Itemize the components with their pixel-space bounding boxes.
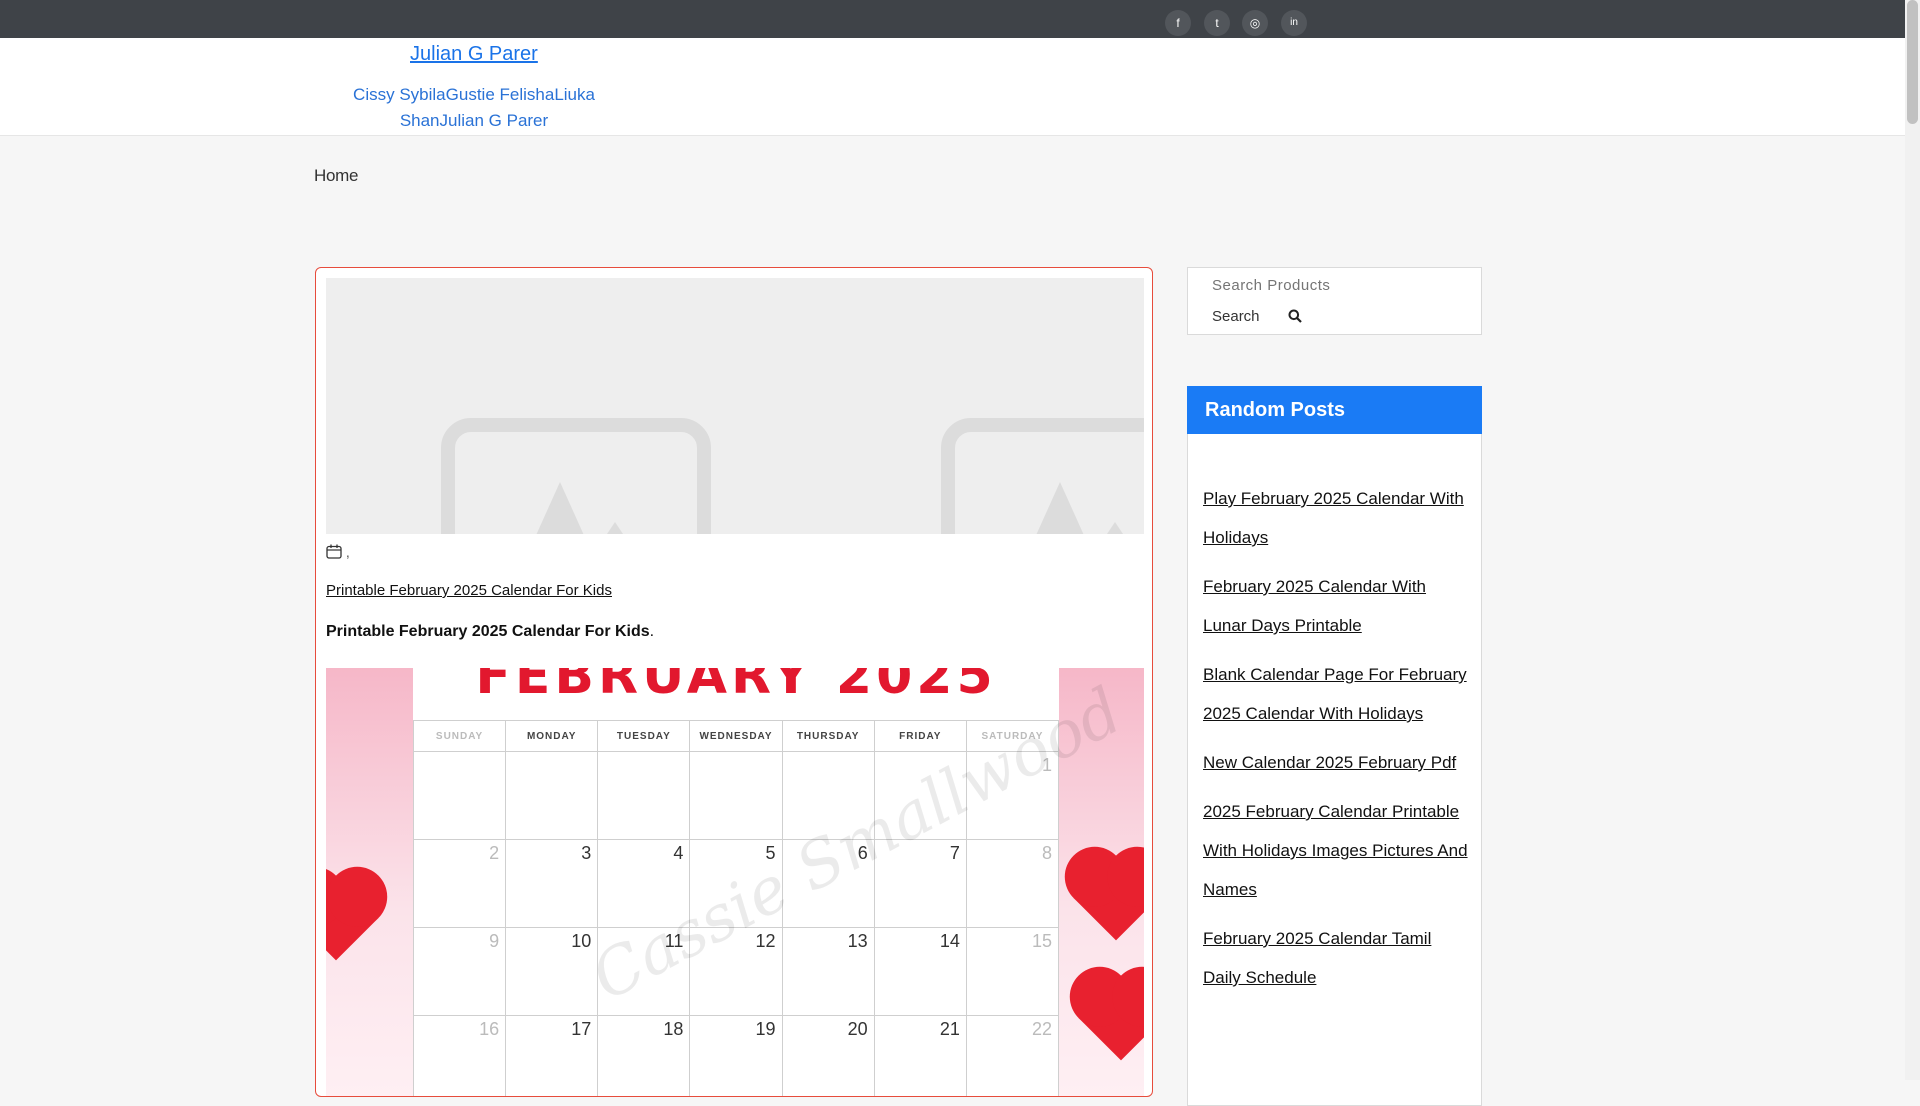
scrollbar[interactable] bbox=[1905, 0, 1920, 1080]
post-meta-text: , bbox=[345, 544, 350, 560]
list-item: Play February 2025 Calendar With Holiday… bbox=[1203, 479, 1473, 557]
list-item: Blank Calendar Page For February 2025 Ca… bbox=[1203, 655, 1473, 733]
calendar-day-cell: 18 bbox=[597, 1015, 691, 1096]
post-excerpt-bold: Printable February 2025 Calendar For Kid… bbox=[326, 623, 650, 640]
calendar-day-cell: 8 bbox=[965, 839, 1060, 928]
calendar-week-row: 16 17 18 19 20 21 22 bbox=[412, 1015, 1060, 1096]
calendar-sheet: FEBRUARY 2025 SUNDAY MONDAY TUESDAY WEDNESD… bbox=[412, 668, 1134, 1096]
calendar-day-cell: 14 bbox=[873, 927, 967, 1016]
main-nav: Cissy SybilaGustie FelishaLiuka ShanJuli… bbox=[350, 82, 598, 134]
calendar-day-header: SUNDAY bbox=[412, 720, 507, 752]
heart-decoration bbox=[326, 875, 379, 961]
random-post-link[interactable]: February 2025 Calendar With Lunar Days P… bbox=[1203, 577, 1426, 635]
calendar-day-cell: 20 bbox=[781, 1015, 875, 1096]
heart-decoration bbox=[1078, 975, 1144, 1061]
random-post-link[interactable]: New Calendar 2025 February Pdf bbox=[1203, 753, 1456, 772]
linkedin-icon[interactable]: in bbox=[1281, 10, 1307, 36]
random-post-link[interactable]: February 2025 Calendar Tamil Daily Sched… bbox=[1203, 929, 1431, 987]
image-placeholder-icon bbox=[941, 418, 1144, 534]
random-post-link[interactable]: Blank Calendar Page For February 2025 Ca… bbox=[1203, 665, 1467, 723]
calendar-day-cell bbox=[412, 751, 507, 840]
calendar-day-cell: 2 bbox=[412, 839, 507, 928]
post-thumbnail[interactable] bbox=[326, 278, 1144, 534]
breadcrumb-home[interactable]: Home bbox=[314, 166, 358, 186]
nav-item-gustie-felisha[interactable]: Gustie Felisha bbox=[446, 85, 555, 104]
list-item: New Calendar 2025 February Pdf bbox=[1203, 743, 1473, 782]
instagram-icon[interactable]: ◎ bbox=[1242, 10, 1268, 36]
facebook-icon[interactable]: f bbox=[1165, 10, 1191, 36]
nav-item-cissy-sybila[interactable]: Cissy Sybila bbox=[353, 85, 446, 104]
search-input[interactable] bbox=[1196, 272, 1484, 298]
calendar-day-header: MONDAY bbox=[505, 720, 599, 752]
calendar-day-cell: 9 bbox=[412, 927, 507, 1016]
top-bar: f t ◎ in bbox=[0, 0, 1905, 38]
calendar-day-cell: 21 bbox=[873, 1015, 967, 1096]
calendar-day-header: WEDNESDAY bbox=[689, 720, 783, 752]
calendar-day-cell: 3 bbox=[505, 839, 599, 928]
calendar-day-cell: 13 bbox=[781, 927, 875, 1016]
search-icon[interactable] bbox=[1288, 309, 1302, 328]
calendar-day-cell: 19 bbox=[689, 1015, 783, 1096]
calendar-day-cell bbox=[505, 751, 599, 840]
search-button[interactable]: Search bbox=[1212, 308, 1260, 325]
random-posts-widget: Random Posts Play February 2025 Calendar… bbox=[1187, 386, 1482, 1106]
calendar-title: FEBRUARY 2025 bbox=[475, 668, 997, 706]
post-title-link[interactable]: Printable February 2025 Calendar For Kid… bbox=[326, 582, 612, 599]
random-posts-title: Random Posts bbox=[1187, 386, 1482, 434]
calendar-day-cell: 22 bbox=[965, 1015, 1060, 1096]
calendar-day-cell: 16 bbox=[412, 1015, 507, 1096]
post-excerpt-tail: . bbox=[649, 623, 655, 640]
list-item: February 2025 Calendar Tamil Daily Sched… bbox=[1203, 919, 1473, 997]
list-item: 2025 February Calendar Printable With Ho… bbox=[1203, 792, 1473, 909]
search-widget: Search bbox=[1187, 267, 1484, 335]
random-post-link[interactable]: 2025 February Calendar Printable With Ho… bbox=[1203, 802, 1468, 899]
list-item: February 2025 Calendar With Lunar Days P… bbox=[1203, 567, 1473, 645]
site-title[interactable]: Julian G Parer bbox=[410, 43, 538, 66]
scrollbar-thumb[interactable] bbox=[1907, 0, 1918, 124]
calendar-day-cell bbox=[689, 751, 783, 840]
random-posts-list: Play February 2025 Calendar With Holiday… bbox=[1203, 479, 1473, 1007]
calendar-icon bbox=[326, 544, 346, 560]
random-post-link[interactable]: Play February 2025 Calendar With Holiday… bbox=[1203, 489, 1464, 547]
site-header: Julian G Parer Cissy SybilaGustie Felish… bbox=[0, 38, 1905, 136]
heart-decoration bbox=[1073, 855, 1144, 941]
calendar-image: FEBRUARY 2025 SUNDAY MONDAY TUESDAY WEDNESD… bbox=[326, 668, 1144, 1096]
calendar-day-header: THURSDAY bbox=[781, 720, 875, 752]
nav-item-julian-g-parer[interactable]: Julian G Parer bbox=[440, 111, 549, 130]
calendar-day-cell: 17 bbox=[505, 1015, 599, 1096]
post-meta: , bbox=[326, 544, 350, 560]
twitter-icon[interactable]: t bbox=[1204, 10, 1230, 36]
calendar-day-cell: 15 bbox=[965, 927, 1060, 1016]
calendar-day-cell: 10 bbox=[505, 927, 599, 1016]
calendar-day-header: FRIDAY bbox=[873, 720, 967, 752]
post-excerpt: Printable February 2025 Calendar For Kid… bbox=[326, 623, 654, 641]
calendar-day-header: TUESDAY bbox=[597, 720, 691, 752]
calendar-day-cell bbox=[597, 751, 691, 840]
image-placeholder-icon bbox=[441, 418, 711, 534]
post-card: , Printable February 2025 Calendar For K… bbox=[315, 267, 1153, 1097]
